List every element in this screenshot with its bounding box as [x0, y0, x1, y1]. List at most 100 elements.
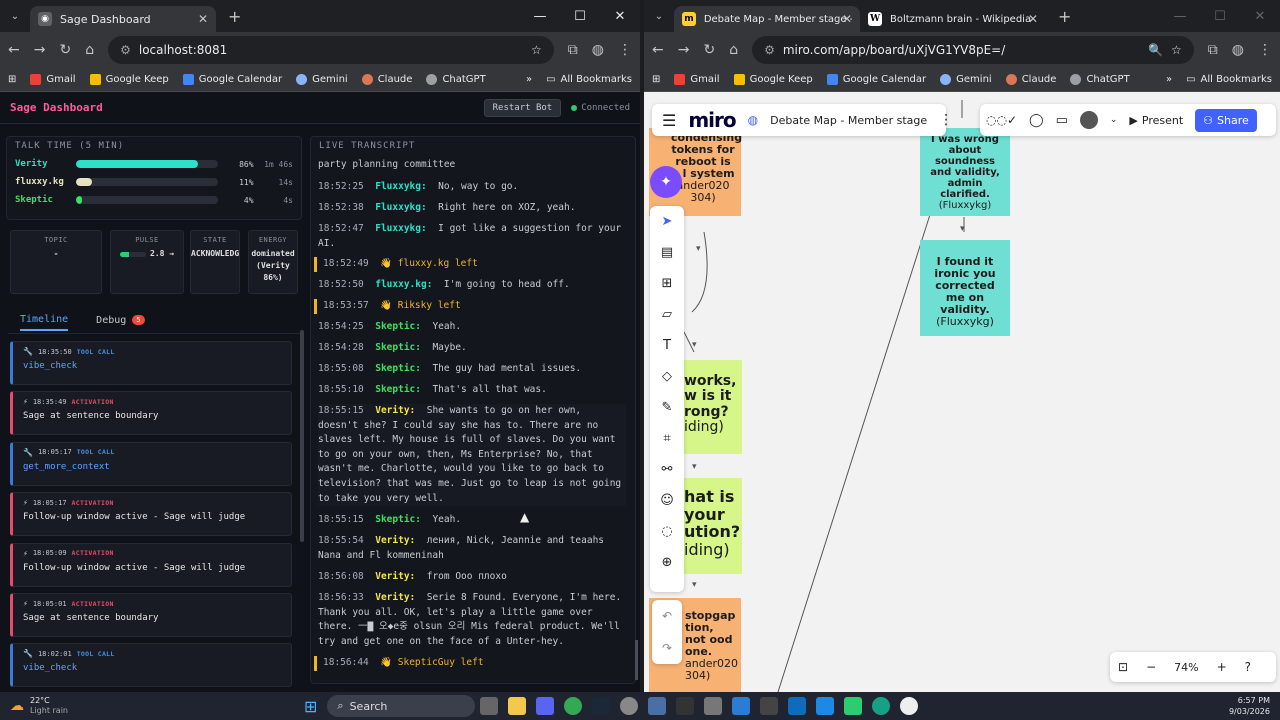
transcript-scrollbar[interactable]	[635, 640, 638, 680]
bookmark-chatgpt[interactable]: ChatGPT	[426, 74, 486, 85]
tab-sage-dashboard[interactable]: ◉ Sage Dashboard ✕	[30, 6, 216, 32]
menu-icon[interactable]: ⋮	[618, 42, 632, 58]
tab-wikipedia[interactable]: W Boltzmann brain - Wikipedia ✕	[860, 6, 1046, 32]
app-icon[interactable]	[620, 697, 639, 715]
menu-icon[interactable]: ⋮	[1258, 42, 1272, 58]
profile-icon[interactable]: ◍	[1232, 42, 1244, 58]
video-icon[interactable]: ▭	[1056, 113, 1068, 128]
steam-icon[interactable]	[592, 697, 611, 715]
close-window-icon[interactable]: ✕	[1240, 9, 1280, 24]
start-icon[interactable]: ⊞	[304, 697, 317, 716]
timeline-event[interactable]: 🔧 18:02:01 TOOL CALL vibe_check	[10, 643, 292, 688]
bookmarks-overflow-icon[interactable]: »	[1166, 74, 1172, 85]
comment-tool-icon[interactable]: ◌	[650, 516, 684, 547]
app-icon[interactable]	[760, 697, 779, 715]
close-tab-icon[interactable]: ✕	[1028, 12, 1038, 26]
timeline-event[interactable]: ⚡ 18:35:49 ACTIVATION Sage at sentence boun…	[10, 391, 292, 436]
tab-search-icon[interactable]: ⌄	[0, 11, 30, 22]
tab-miro[interactable]: m Debate Map - Member stage - Miro ✕	[674, 6, 860, 32]
maximize-icon[interactable]: ☐	[1200, 9, 1240, 24]
shapes-icon[interactable]: ◇	[650, 361, 684, 392]
home-icon[interactable]: ⌂	[85, 42, 94, 58]
discord-icon[interactable]	[536, 697, 555, 715]
weather-widget[interactable]: 22°C Light rain	[30, 696, 68, 716]
present-button[interactable]: ▶ Present	[1129, 114, 1183, 127]
outlook-icon[interactable]	[788, 697, 807, 715]
taskbar-search[interactable]: ⌕ Search	[327, 695, 476, 717]
restart-bot-button[interactable]: Restart Bot	[483, 98, 562, 117]
address-bar[interactable]: ⚙ localhost:8081 ☆	[108, 36, 554, 64]
bookmark-gemini[interactable]: Gemini	[296, 74, 348, 85]
sticky-note-2[interactable]: I was wrong about soundness and validity…	[920, 128, 1010, 216]
extensions-icon[interactable]: ⧉	[568, 42, 578, 58]
more-tools-icon[interactable]: ⊕	[650, 547, 684, 578]
extensions-icon[interactable]: ⧉	[1208, 42, 1218, 58]
frame-icon[interactable]: ⌗	[650, 423, 684, 454]
apps-icon[interactable]: ⊞	[8, 74, 16, 85]
minimize-icon[interactable]: —	[520, 9, 560, 24]
share-button[interactable]: ⚇ Share	[1195, 108, 1257, 132]
bookmark-calendar[interactable]: Google Calendar	[826, 74, 926, 85]
close-window-icon[interactable]: ✕	[600, 9, 640, 24]
bookmark-keep[interactable]: Google Keep	[89, 74, 169, 85]
undo-icon[interactable]: ↶	[662, 609, 672, 623]
minimize-icon[interactable]: —	[1160, 9, 1200, 24]
chatgpt-icon[interactable]	[900, 697, 919, 715]
maximize-icon[interactable]: ☐	[560, 9, 600, 24]
board-name[interactable]: Debate Map - Member stage	[770, 114, 927, 127]
app-icon[interactable]	[844, 697, 863, 715]
timeline-scrollbar[interactable]	[300, 330, 304, 542]
reload-icon[interactable]: ↻	[59, 42, 71, 58]
terminal-icon[interactable]	[676, 697, 695, 715]
bookmark-claude[interactable]: Claude	[1005, 74, 1056, 85]
tab-debug[interactable]: Debug 5	[96, 315, 145, 326]
reload-icon[interactable]: ↻	[703, 42, 715, 58]
sticky-note-icon[interactable]: ▱	[650, 299, 684, 330]
hamburger-icon[interactable]: ☰	[662, 111, 676, 130]
weather-icon[interactable]: ☁	[10, 698, 24, 714]
address-bar-right[interactable]: ⚙ miro.com/app/board/uXjVG1YV8pE=/ 🔍 ☆	[752, 36, 1194, 64]
zoom-out-icon[interactable]: −	[1146, 660, 1156, 674]
profile-icon[interactable]: ◍	[592, 42, 604, 58]
new-tab-icon[interactable]: +	[228, 7, 241, 26]
app-icon[interactable]	[816, 697, 835, 715]
redo-icon[interactable]: ↷	[662, 641, 672, 655]
reactions-icon[interactable]: ◌◌✓	[986, 113, 1017, 127]
back-icon[interactable]: ←	[8, 42, 20, 58]
timeline-event[interactable]: ⚡ 18:05:17 ACTIVATION Follow-up window acti…	[10, 492, 292, 537]
zoom-level[interactable]: 74%	[1174, 661, 1198, 674]
zoom-icon[interactable]: 🔍	[1148, 43, 1163, 57]
fit-screen-icon[interactable]: ⊡	[1118, 660, 1128, 674]
comment-icon[interactable]: ◯	[1029, 113, 1044, 128]
avatar[interactable]	[1079, 111, 1098, 129]
chevron-down-icon[interactable]: ⌄	[1110, 115, 1118, 125]
back-icon[interactable]: ←	[652, 42, 664, 58]
clock[interactable]: 6:57 PM 9/03/2026	[1229, 695, 1270, 717]
sticky-note-3[interactable]: I found it ironic you corrected me on va…	[920, 240, 1010, 336]
bookmark-claude[interactable]: Claude	[361, 74, 412, 85]
table-icon[interactable]: ⊞	[650, 268, 684, 299]
all-bookmarks[interactable]: ▭ All Bookmarks	[546, 74, 632, 85]
bookmarks-overflow-icon[interactable]: »	[526, 74, 532, 85]
app-icon[interactable]	[648, 697, 667, 715]
ai-assistant-icon[interactable]: ✦	[650, 166, 682, 198]
task-view-icon[interactable]	[480, 697, 499, 715]
file-explorer-icon[interactable]	[508, 697, 527, 715]
tab-timeline[interactable]: Timeline	[20, 310, 69, 331]
new-tab-icon[interactable]: +	[1058, 7, 1071, 26]
help-icon[interactable]: ?	[1245, 660, 1251, 674]
close-tab-icon[interactable]: ✕	[198, 12, 208, 26]
emoji-icon[interactable]: ☺	[650, 485, 684, 516]
bookmark-chatgpt[interactable]: ChatGPT	[1070, 74, 1130, 85]
close-tab-icon[interactable]: ✕	[842, 12, 852, 26]
home-icon[interactable]: ⌂	[729, 42, 738, 58]
text-icon[interactable]: T	[650, 330, 684, 361]
site-info-icon[interactable]: ⚙	[120, 43, 131, 57]
bookmark-calendar[interactable]: Google Calendar	[182, 74, 282, 85]
all-bookmarks[interactable]: ▭ All Bookmarks	[1186, 74, 1272, 85]
timeline-event[interactable]: ⚡ 18:05:01 ACTIVATION Sage at sentence boun…	[10, 593, 292, 637]
settings-icon[interactable]	[704, 697, 723, 715]
timeline-event[interactable]: 🔧 18:05:17 TOOL CALL get_more_context	[10, 441, 292, 486]
star-icon[interactable]: ☆	[531, 43, 542, 57]
select-cursor-icon[interactable]: ➤	[650, 206, 684, 237]
